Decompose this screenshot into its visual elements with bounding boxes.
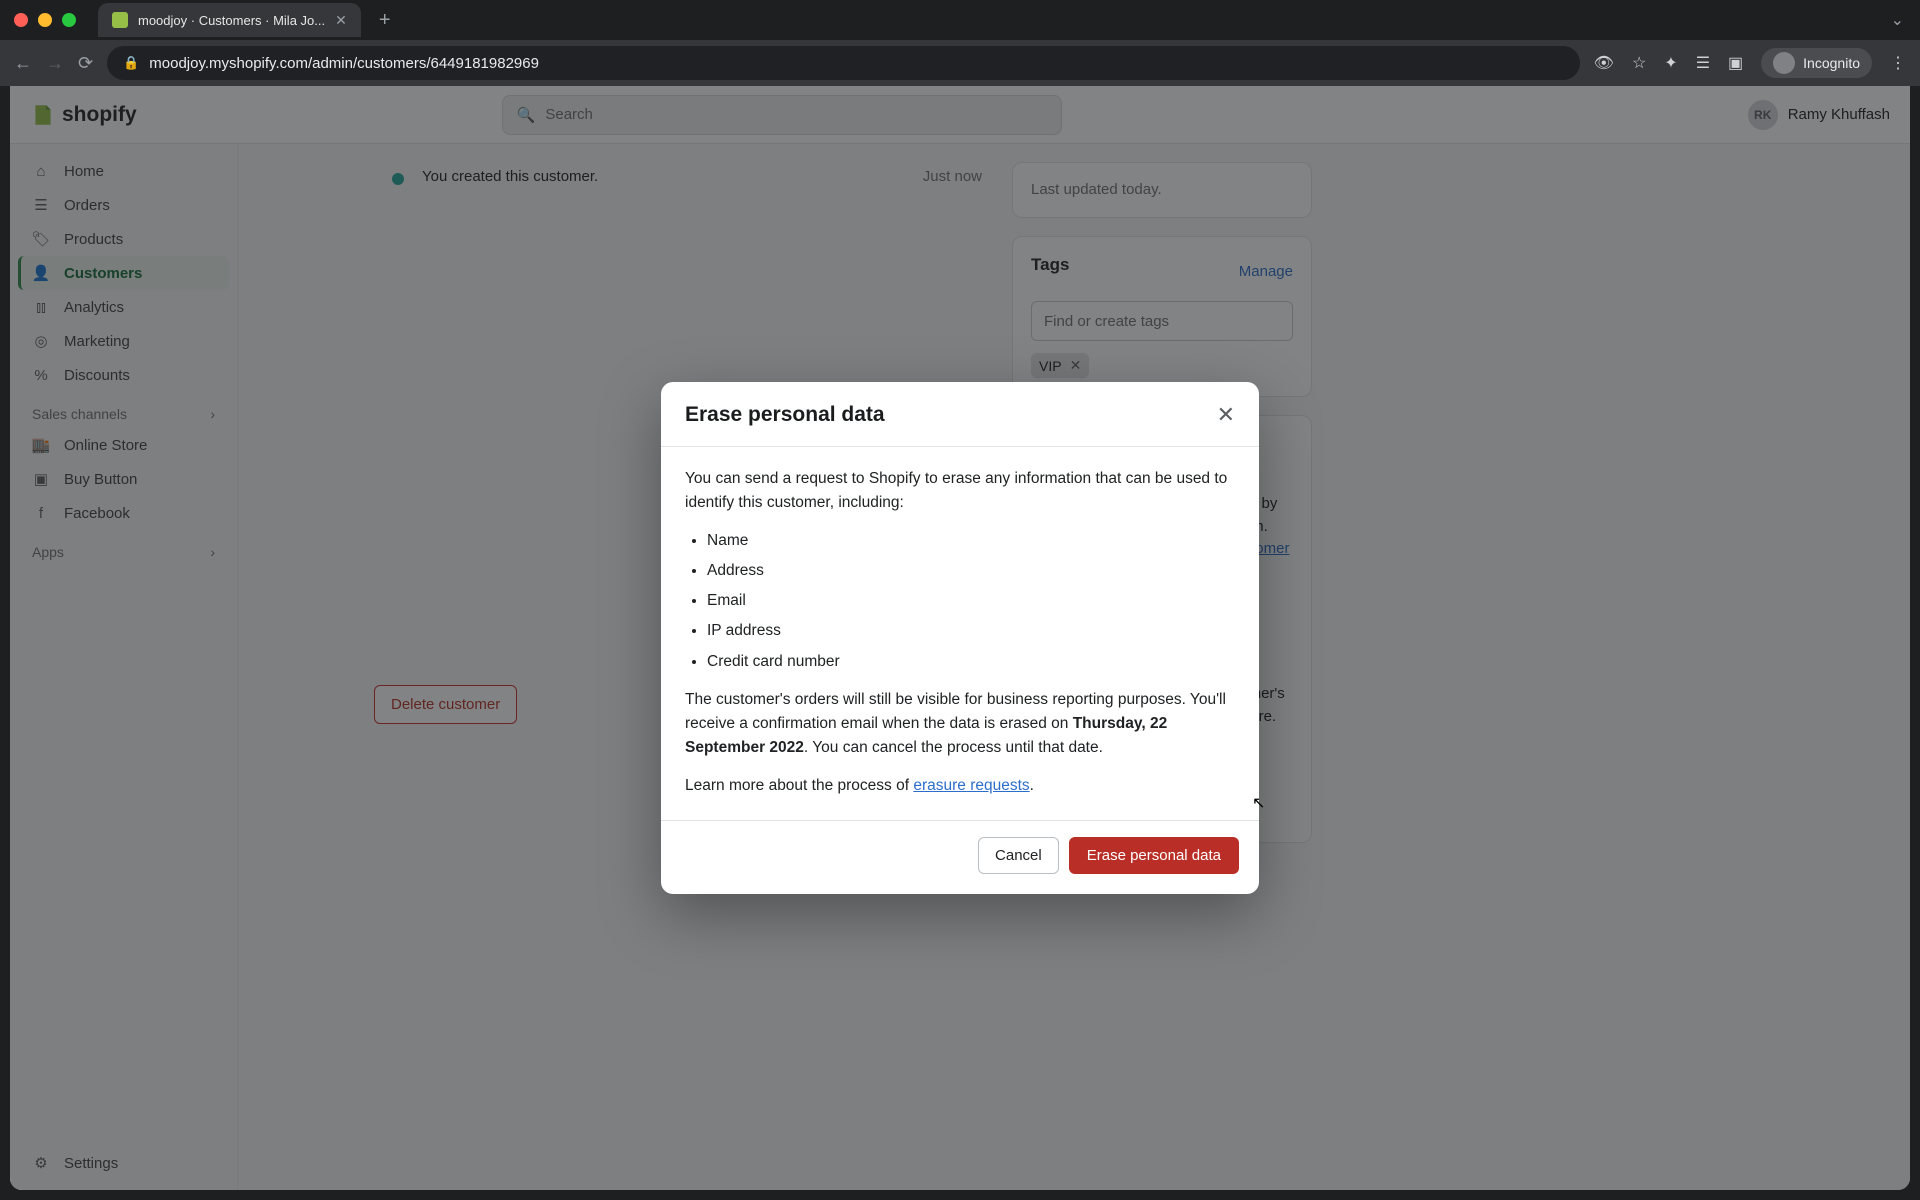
side-panel-icon[interactable]: ▣ — [1728, 53, 1743, 73]
tracking-icon[interactable]: 👁 — [1594, 53, 1614, 73]
extensions-icon[interactable]: ✦ — [1664, 53, 1677, 73]
incognito-label: Incognito — [1803, 55, 1860, 71]
modal-learn-more: Learn more about the process of erasure … — [685, 774, 1235, 798]
incognito-indicator[interactable]: Incognito — [1761, 48, 1872, 78]
modal-paragraph-2: The customer's orders will still be visi… — [685, 688, 1235, 760]
window-controls — [14, 13, 76, 27]
favicon-icon — [112, 12, 128, 28]
close-icon[interactable]: ✕ — [1217, 402, 1235, 428]
browser-chrome: moodjoy · Customers · Mila Jo... ✕ + ⌄ ←… — [0, 0, 1920, 86]
tab-title: moodjoy · Customers · Mila Jo... — [138, 13, 325, 28]
erase-data-modal: Erase personal data ✕ You can send a req… — [661, 382, 1259, 893]
list-item: Credit card number — [707, 650, 1235, 674]
modal-title: Erase personal data — [685, 403, 885, 427]
reading-list-icon[interactable]: ☰ — [1696, 53, 1710, 73]
cancel-button[interactable]: Cancel — [978, 837, 1059, 874]
list-item: Address — [707, 559, 1235, 583]
maximize-window-icon[interactable] — [62, 13, 76, 27]
incognito-icon — [1773, 52, 1795, 74]
address-bar[interactable]: 🔒 moodjoy.myshopify.com/admin/customers/… — [107, 46, 1580, 80]
text: . You can cancel the process until that … — [804, 739, 1103, 756]
app-shell: shopify 🔍 Search RK Ramy Khuffash ⌂Home … — [10, 86, 1910, 1190]
modal-intro: You can send a request to Shopify to era… — [685, 467, 1235, 515]
modal-list: Name Address Email IP address Credit car… — [707, 529, 1235, 673]
reload-icon[interactable]: ⟳ — [78, 53, 93, 74]
erasure-requests-link[interactable]: erasure requests — [913, 777, 1029, 794]
minimize-window-icon[interactable] — [38, 13, 52, 27]
url-text: moodjoy.myshopify.com/admin/customers/64… — [149, 55, 539, 72]
back-icon[interactable]: ← — [14, 53, 32, 74]
list-item: IP address — [707, 619, 1235, 643]
bookmark-icon[interactable]: ☆ — [1632, 53, 1646, 73]
list-item: Name — [707, 529, 1235, 553]
close-tab-icon[interactable]: ✕ — [335, 12, 347, 29]
tabs-dropdown-icon[interactable]: ⌄ — [1891, 10, 1904, 30]
close-window-icon[interactable] — [14, 13, 28, 27]
new-tab-icon[interactable]: + — [371, 9, 399, 32]
forward-icon[interactable]: → — [46, 53, 64, 74]
text: Learn more about the process of — [685, 777, 913, 794]
list-item: Email — [707, 589, 1235, 613]
confirm-erase-button[interactable]: Erase personal data — [1069, 837, 1239, 874]
lock-icon: 🔒 — [123, 55, 139, 71]
kebab-menu-icon[interactable]: ⋮ — [1890, 53, 1906, 73]
browser-tab[interactable]: moodjoy · Customers · Mila Jo... ✕ — [98, 3, 361, 37]
modal-overlay[interactable]: Erase personal data ✕ You can send a req… — [10, 86, 1910, 1190]
